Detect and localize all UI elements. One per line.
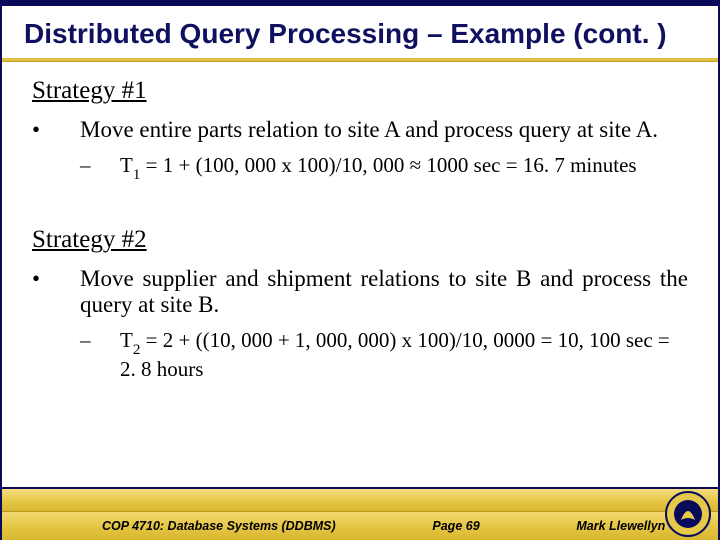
ucf-logo-icon [664,490,712,538]
strategy-1-bullet: • Move entire parts relation to site A a… [32,117,688,143]
footer-author: Mark Llewellyn © [576,519,678,533]
t-prefix: T [120,153,133,177]
t-rest: = 1 + (100, 000 x 100)/10, 000 ≈ 1000 se… [140,153,636,177]
slide-body: Strategy #1 • Move entire parts relation… [2,61,718,382]
footer-content: COP 4710: Database Systems (DDBMS) Page … [2,512,718,540]
footer-page: Page 69 [432,519,479,533]
strategy-1-formula: – T1 = 1 + (100, 000 x 100)/10, 000 ≈ 10… [32,153,688,182]
t-prefix: T [120,328,133,352]
dash-mark: – [32,328,120,382]
strategy-2-heading: Strategy #2 [32,226,688,254]
bullet-text: Move entire parts relation to site A and… [80,117,688,143]
footer-stripe [2,487,718,512]
t-rest: = 2 + ((10, 000 + 1, 000, 000) x 100)/10… [120,328,670,381]
bullet-text: Move supplier and shipment relations to … [80,266,688,318]
formula-text: T2 = 2 + ((10, 000 + 1, 000, 000) x 100)… [120,328,688,382]
formula-text: T1 = 1 + (100, 000 x 100)/10, 000 ≈ 1000… [120,153,688,182]
dash-mark: – [32,153,120,182]
t-subscript: 1 [133,167,141,183]
strategy-2-formula: – T2 = 2 + ((10, 000 + 1, 000, 000) x 10… [32,328,688,382]
slide-title: Distributed Query Processing – Example (… [2,6,718,58]
bullet-mark: • [32,266,80,318]
footer: COP 4710: Database Systems (DDBMS) Page … [2,487,718,540]
t-subscript: 2 [133,342,141,358]
bullet-mark: • [32,117,80,143]
footer-course: COP 4710: Database Systems (DDBMS) [102,519,336,533]
strategy-1-heading: Strategy #1 [32,77,688,105]
slide: Distributed Query Processing – Example (… [0,0,720,540]
strategy-2-bullet: • Move supplier and shipment relations t… [32,266,688,318]
